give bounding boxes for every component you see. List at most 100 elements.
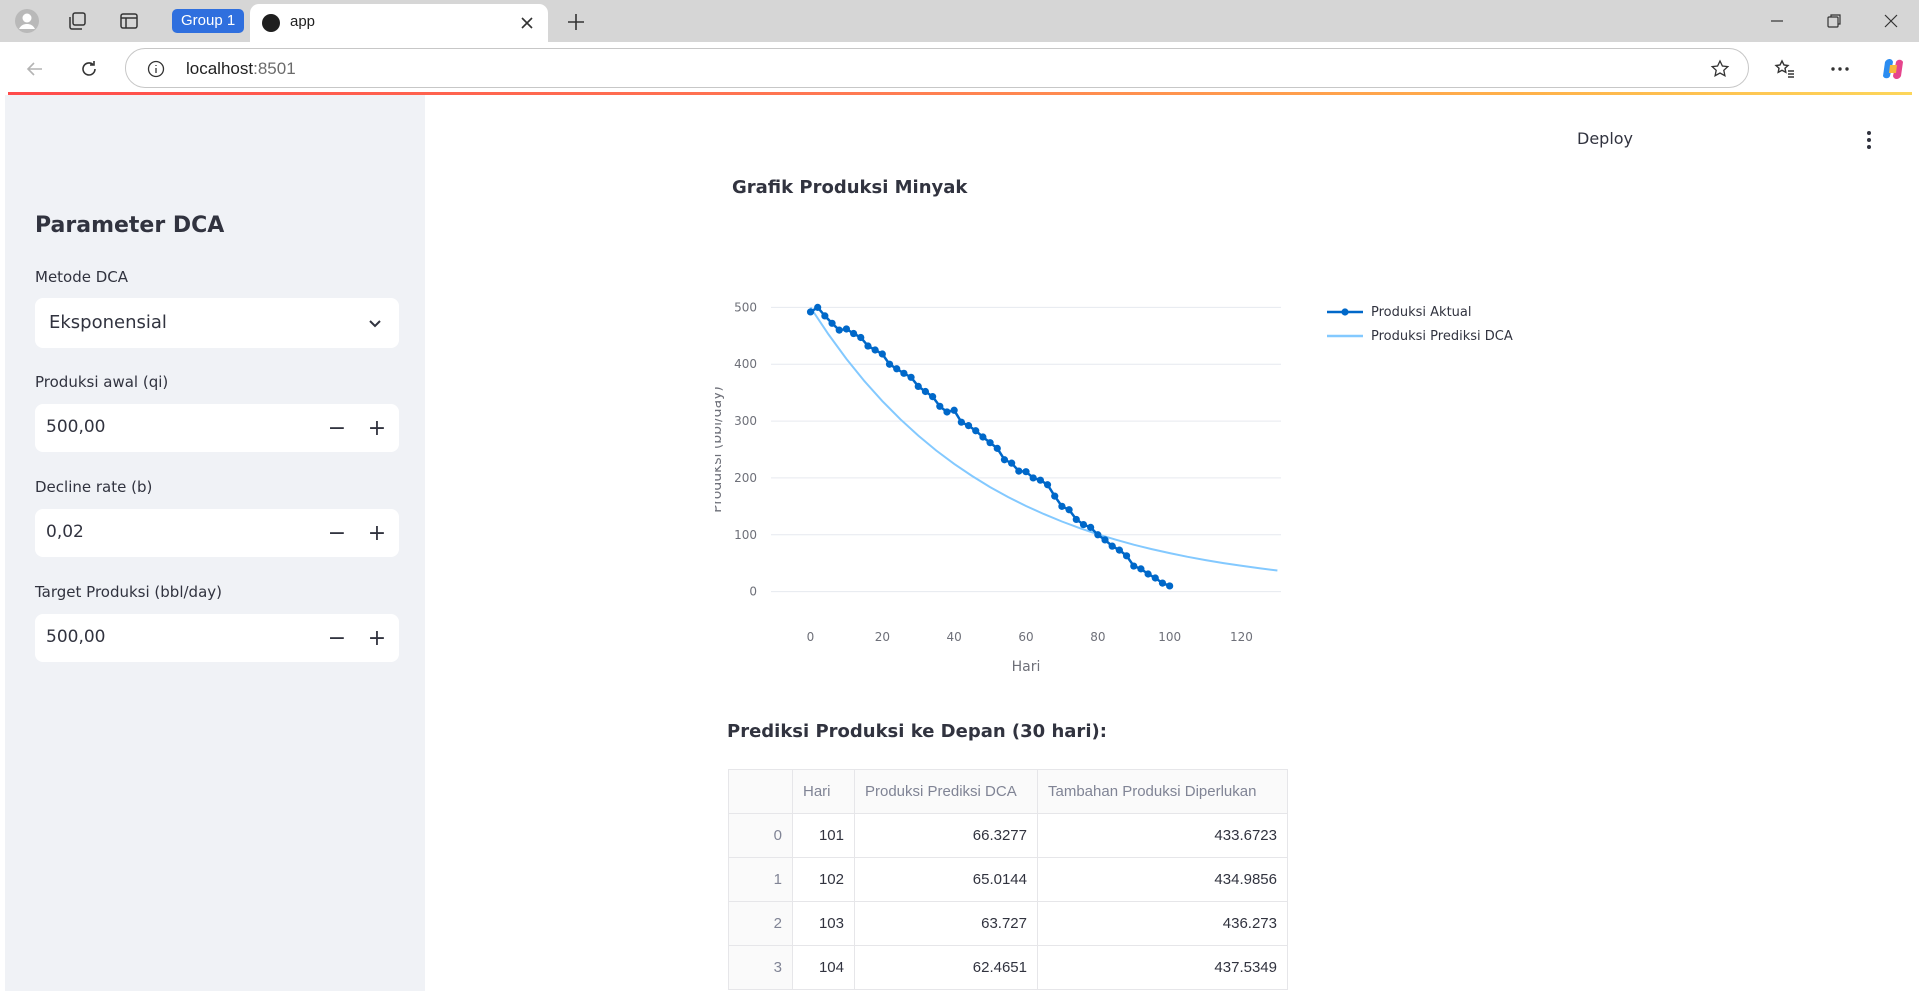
- row-index-cell: 3: [728, 945, 793, 990]
- legend-marker: [1341, 308, 1349, 316]
- data-point: [857, 333, 865, 342]
- table-row[interactable]: 1 102 65.0144 434.9856: [728, 857, 1288, 902]
- data-point: [1029, 474, 1037, 482]
- workspaces-icon[interactable]: [64, 8, 90, 34]
- table-header-cell[interactable]: Tambahan Produksi Diperlukan: [1037, 769, 1288, 814]
- qi-increment-button[interactable]: +: [363, 414, 391, 442]
- method-select-value: Eksponensial: [49, 312, 167, 333]
- tab-actions-icon[interactable]: [116, 8, 142, 34]
- tab-group-chip[interactable]: Group 1: [172, 9, 245, 33]
- profile-icon[interactable]: [14, 8, 40, 34]
- data-point: [1051, 492, 1059, 500]
- data-point: [986, 439, 994, 447]
- minimize-icon[interactable]: [1763, 8, 1791, 34]
- data-point: [921, 387, 930, 396]
- target-increment-button[interactable]: +: [363, 624, 391, 652]
- qi-label: Produksi awal (qi): [35, 373, 169, 391]
- y-tick-label: 0: [749, 585, 757, 599]
- close-window-icon[interactable]: [1877, 8, 1905, 34]
- favorite-star-icon[interactable]: [1708, 57, 1732, 81]
- table-row[interactable]: 3 104 62.4651 437.5349: [728, 945, 1288, 990]
- qi-input[interactable]: 500,00 − +: [35, 404, 399, 452]
- table-cell: 65.0144: [854, 857, 1038, 902]
- active-tab[interactable]: app: [250, 4, 548, 42]
- qi-value: 500,00: [46, 417, 106, 437]
- legend-label: Produksi Prediksi DCA: [1371, 329, 1513, 344]
- y-tick-label: 100: [734, 528, 757, 542]
- data-point: [1144, 570, 1152, 578]
- y-tick-label: 400: [734, 357, 757, 371]
- target-input[interactable]: 500,00 − +: [35, 614, 399, 662]
- table-row[interactable]: 0 101 66.3277 433.6723: [728, 813, 1288, 858]
- main-menu-icon[interactable]: [1859, 127, 1879, 153]
- site-info-icon[interactable]: [144, 57, 168, 81]
- data-point: [1000, 456, 1009, 464]
- decline-increment-button[interactable]: +: [363, 519, 391, 547]
- decline-decrement-button[interactable]: −: [323, 519, 351, 547]
- data-point: [1072, 515, 1080, 524]
- data-point: [950, 406, 958, 414]
- data-point: [929, 393, 937, 401]
- back-icon[interactable]: [20, 54, 50, 84]
- data-point: [957, 418, 965, 426]
- table-cell: 433.6723: [1037, 813, 1288, 858]
- data-point: [1101, 536, 1109, 544]
- data-point: [907, 373, 915, 381]
- prediction-table[interactable]: Hari Produksi Prediksi DCA Tambahan Produk…: [728, 769, 1288, 990]
- table-header-cell[interactable]: Hari: [792, 769, 855, 814]
- data-point: [1166, 582, 1174, 590]
- x-tick-label: 0: [807, 630, 815, 644]
- target-decrement-button[interactable]: −: [323, 624, 351, 652]
- y-tick-label: 500: [734, 300, 757, 314]
- data-point: [1130, 562, 1138, 570]
- data-point: [1065, 506, 1073, 514]
- data-point: [864, 342, 872, 350]
- qi-decrement-button[interactable]: −: [323, 414, 351, 442]
- method-label: Metode DCA: [35, 268, 129, 286]
- table-cell: 66.3277: [854, 813, 1038, 858]
- refresh-icon[interactable]: [74, 54, 104, 84]
- copilot-icon[interactable]: [1878, 54, 1908, 84]
- target-label: Target Produksi (bbl/day): [35, 583, 222, 601]
- table-cell: 63.727: [854, 901, 1038, 946]
- table-row[interactable]: 2 103 63.727 436.273: [728, 901, 1288, 946]
- more-options-icon[interactable]: [1825, 54, 1855, 84]
- table-header-cell[interactable]: Produksi Prediksi DCA: [854, 769, 1038, 814]
- table-header-cell[interactable]: [728, 769, 793, 814]
- url-field[interactable]: localhost:8501: [125, 48, 1749, 88]
- data-point: [850, 329, 858, 338]
- decline-input[interactable]: 0,02 − +: [35, 509, 399, 557]
- series-line-produksi-prediksi-dca: [809, 306, 1278, 572]
- favorites-icon[interactable]: [1770, 54, 1800, 84]
- target-value: 500,00: [46, 627, 106, 647]
- x-tick-label: 20: [875, 630, 890, 644]
- data-point: [871, 346, 879, 354]
- production-chart: 0 100 200 300 400 500 0 20 40 60 80 100 120 Hari Pro…: [715, 300, 1513, 675]
- series-line-produksi-aktual: [809, 305, 1171, 588]
- close-tab-icon[interactable]: [516, 12, 538, 34]
- table-cell: 104: [792, 945, 855, 990]
- decline-value: 0,02: [46, 522, 84, 542]
- data-point: [972, 427, 980, 435]
- row-index-cell: 2: [728, 901, 793, 946]
- x-tick-label: 40: [947, 630, 962, 644]
- decline-label: Decline rate (b): [35, 478, 153, 496]
- data-point: [893, 365, 901, 373]
- table-cell: 101: [792, 813, 855, 858]
- y-tick-label: 200: [734, 471, 757, 485]
- data-point: [936, 402, 944, 410]
- streamlit-favicon-icon: [262, 14, 280, 32]
- data-point: [1151, 574, 1159, 582]
- x-tick-label: 100: [1158, 630, 1181, 644]
- row-index-cell: 1: [728, 857, 793, 902]
- data-point: [1115, 546, 1123, 554]
- sidebar-title: Parameter DCA: [35, 213, 225, 238]
- data-point: [885, 360, 894, 368]
- deploy-button[interactable]: Deploy: [1577, 129, 1633, 148]
- method-select[interactable]: Eksponensial: [35, 298, 399, 348]
- x-axis-label: Hari: [1012, 659, 1041, 675]
- restore-icon[interactable]: [1820, 8, 1848, 34]
- new-tab-icon[interactable]: [562, 8, 590, 36]
- url-text: localhost:8501: [186, 59, 296, 78]
- data-point: [1036, 476, 1044, 484]
